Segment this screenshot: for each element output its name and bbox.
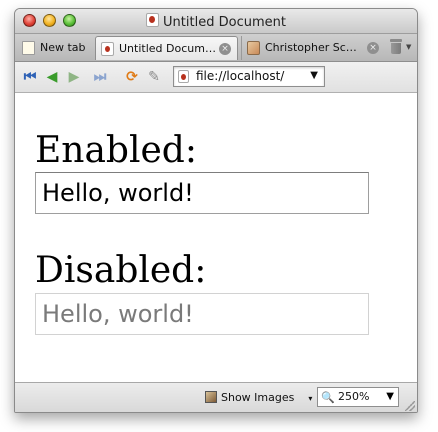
- title-bar: Untitled Document: [15, 9, 417, 34]
- tab-new[interactable]: New tab: [17, 36, 93, 60]
- image-icon: [247, 41, 260, 55]
- zoom-value: 250%: [338, 390, 370, 403]
- forward-icon[interactable]: ▶: [65, 68, 83, 86]
- go-to-end-icon[interactable]: ⏭: [91, 68, 109, 86]
- enabled-heading: Enabled:: [35, 130, 197, 171]
- window-title: Untitled Document: [15, 13, 417, 30]
- tab-bar: New tab Untitled Docum… × Christopher Sc…: [15, 34, 417, 62]
- status-bar: Show Images ▾ 🔍 250% ▼: [15, 382, 417, 412]
- tab-label: Untitled Docum…: [119, 42, 216, 55]
- trash-menu-caret-icon[interactable]: ▼: [406, 43, 411, 51]
- page-icon: [101, 42, 114, 56]
- close-tab-icon[interactable]: ×: [367, 42, 379, 54]
- go-to-start-icon[interactable]: ⏮: [21, 68, 39, 86]
- back-icon[interactable]: ◀: [43, 68, 61, 86]
- zoom-dropdown-icon[interactable]: ▼: [386, 388, 394, 406]
- image-icon: [205, 391, 217, 403]
- navigation-toolbar: ⏮ ◀ ▶ ⏭ ⟳ ✎ file://localhost/ ▼: [15, 62, 417, 93]
- show-images-button[interactable]: Show Images ▾: [205, 389, 312, 407]
- tab-christopher[interactable]: Christopher Sc… ×: [241, 36, 385, 60]
- page-content: Enabled: Disabled:: [15, 93, 417, 381]
- magnifier-icon: 🔍: [321, 391, 335, 404]
- page-icon: [178, 70, 189, 83]
- enabled-text-input[interactable]: [35, 172, 369, 214]
- disabled-text-input: [35, 293, 369, 335]
- close-tab-icon[interactable]: ×: [219, 43, 231, 55]
- window-title-text: Untitled Document: [163, 15, 286, 30]
- page-icon: [146, 13, 160, 27]
- document-icon: [22, 41, 35, 55]
- tab-untitled-document[interactable]: Untitled Docum… ×: [95, 36, 238, 60]
- address-field[interactable]: file://localhost/ ▼: [173, 66, 325, 87]
- browser-window: Untitled Document New tab Untitled Docum…: [14, 8, 418, 413]
- address-dropdown-icon[interactable]: ▼: [310, 70, 318, 81]
- reload-icon[interactable]: ⟳: [123, 68, 141, 86]
- show-images-caret-icon: ▾: [308, 394, 313, 403]
- tab-label: Christopher Sc…: [265, 41, 357, 54]
- disabled-heading: Disabled:: [35, 250, 207, 291]
- trash-icon[interactable]: [389, 39, 403, 55]
- tab-label: New tab: [40, 41, 86, 54]
- zoom-select[interactable]: 🔍 250% ▼: [317, 387, 399, 407]
- show-images-label: Show Images: [221, 391, 295, 404]
- resize-grip-icon[interactable]: [405, 401, 415, 411]
- edit-pencil-icon[interactable]: ✎: [145, 68, 163, 86]
- address-text: file://localhost/: [196, 69, 285, 83]
